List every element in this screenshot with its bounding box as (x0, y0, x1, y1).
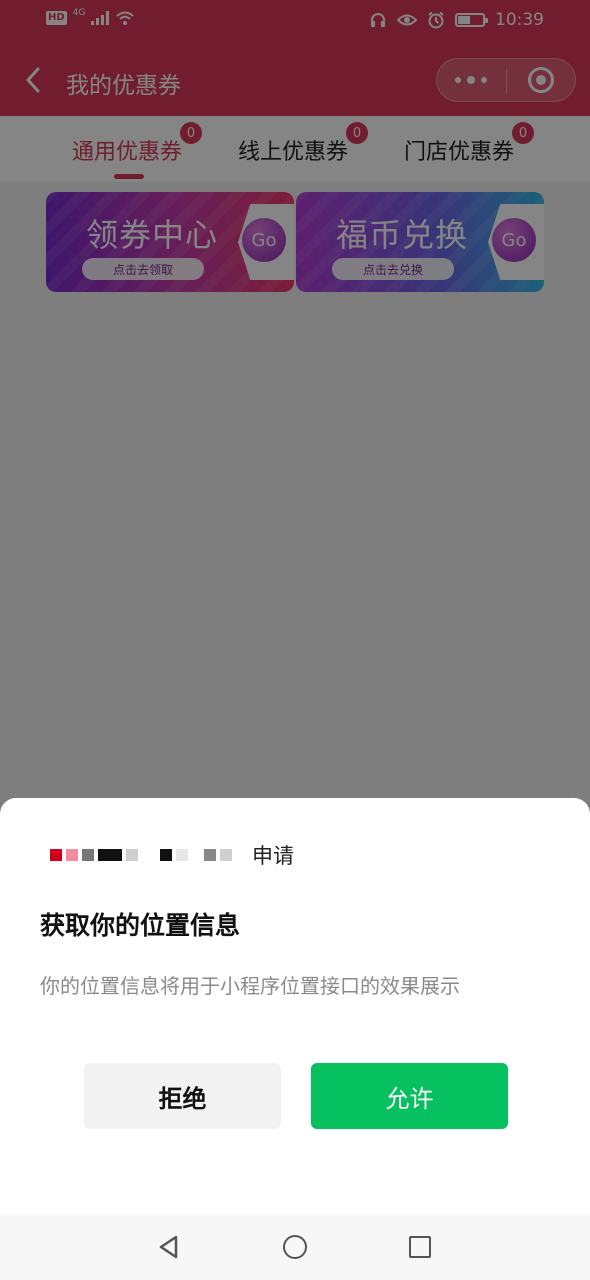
deny-button[interactable]: 拒绝 (84, 1063, 281, 1129)
location-permission-sheet: 申请 获取你的位置信息 你的位置信息将用于小程序位置接口的效果展示 拒绝 允许 (0, 798, 590, 1214)
app-name-row: 申请 (50, 840, 294, 870)
permission-title: 获取你的位置信息 (40, 911, 241, 940)
allow-button[interactable]: 允许 (311, 1063, 508, 1129)
permission-description: 你的位置信息将用于小程序位置接口的效果展示 (40, 974, 460, 998)
request-label: 申请 (252, 844, 294, 868)
back-triangle-icon[interactable] (156, 1234, 182, 1260)
masked-app-name (50, 849, 232, 861)
recent-square-icon[interactable] (409, 1236, 431, 1258)
system-nav-bar (0, 1214, 590, 1280)
home-circle-icon[interactable] (283, 1235, 307, 1259)
